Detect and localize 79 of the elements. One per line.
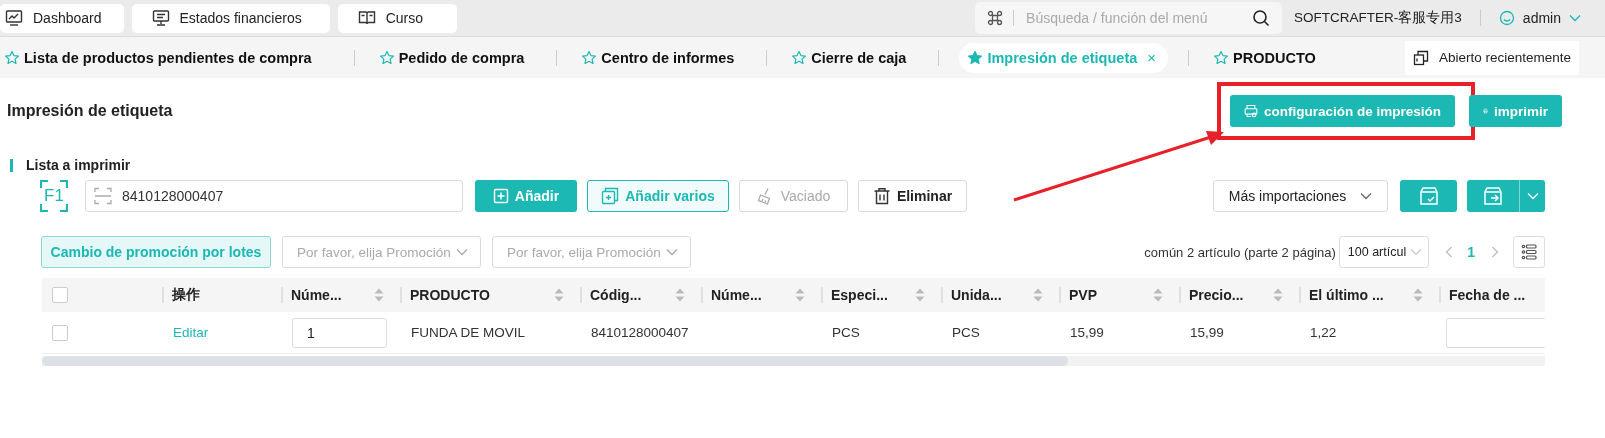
page-title: Impresión de etiqueta [6,102,173,120]
user-menu[interactable]: admin [1498,10,1581,26]
smiley-icon [1498,10,1515,26]
star-icon [967,49,984,66]
column-header: Precio... [1189,287,1244,303]
page-tab[interactable]: Lista de productos pendientes de compra [0,42,324,73]
chevron-down-icon [456,248,468,256]
nav-tab[interactable]: Curso [337,3,458,33]
chevron-down-icon [1410,248,1423,256]
windows-icon [1412,49,1429,66]
column-header: Fecha de ... [1449,287,1526,303]
table-cell: FUNDA DE MOVIL [411,325,526,340]
scrollbar-thumb[interactable] [42,356,1068,366]
search-field[interactable]: Búsqueda / función del menú [1024,9,1243,27]
barcode-icon [94,187,112,205]
plus-square-icon [492,188,509,204]
recent-button[interactable]: Abierto recientemente [1404,40,1579,75]
next-page-button[interactable] [1491,246,1499,258]
pagination-summary: común 2 artículo (parte 2 página) [1144,244,1336,260]
star-icon [581,49,598,66]
column-header: PRODUCTO [410,287,490,303]
book-icon [357,9,376,27]
table-cell: 1,22 [1310,325,1337,340]
column-header: El último ... [1309,287,1384,303]
table-cell: PCS [832,325,860,340]
stacked-plus-icon [601,187,620,205]
chevron-down-icon [1569,14,1581,22]
table-cell: PCS [952,325,980,340]
column-header: Especi... [831,287,888,303]
chevron-left-icon [1445,246,1454,258]
page-size-select[interactable]: 100 artícul [1338,236,1430,268]
page-tab[interactable]: Pedido de compra [374,42,537,73]
barcode-field-frame[interactable]: 8410128000407 [85,180,463,212]
nav-tab[interactable]: Dashboard [0,3,124,33]
monitor-icon [151,9,170,27]
star-icon [791,49,808,66]
page-tab[interactable]: Cierre de caja [787,42,919,73]
page-tab[interactable]: Centro de informes [577,42,747,73]
command-icon [987,10,1004,26]
chart-icon [5,9,23,27]
card-check-icon [1418,186,1439,206]
chevron-down-icon [1526,192,1539,200]
chevron-right-icon [1491,246,1499,258]
section-marker [10,158,13,172]
star-icon [4,49,20,66]
export-button[interactable] [1467,180,1519,212]
section-title: Lista a imprimir [26,157,131,173]
nav-tab[interactable]: Estados financieros [131,3,330,33]
star-icon [1213,49,1230,66]
previous-page-button[interactable] [1445,246,1454,258]
import-button[interactable] [1400,180,1457,212]
page-tab[interactable]: PRODUCTO [1209,42,1328,73]
list-icon [1521,244,1537,260]
checkbox[interactable] [52,324,68,341]
table-input[interactable]: 1 [292,317,387,348]
column-header: Unida... [951,287,1002,303]
column-header: Núme... [711,287,762,303]
trash-icon [872,187,891,205]
card-export-icon [1483,186,1503,206]
import-dropdown[interactable]: Más importaciones [1213,180,1388,212]
table-cell: 15,99 [1070,325,1104,340]
column-header: PVP [1069,287,1097,303]
column-header: Códig... [590,287,642,303]
action-button[interactable]: Eliminar [858,180,967,212]
column-settings-button[interactable] [1513,236,1545,268]
export-dropdown[interactable] [1519,180,1545,212]
company-name: SOFTCRAFTER-客服专用3 [1294,9,1462,27]
table-input[interactable] [1446,317,1545,348]
chevron-down-icon [1360,192,1373,200]
column-header: 操作 [172,286,200,304]
search-icon [1252,9,1271,27]
search-bar[interactable]: Búsqueda / función del menú [975,2,1283,34]
column-header: Núme... [291,287,342,303]
table-cell: 15,99 [1190,325,1224,340]
star-icon [378,49,395,66]
checkbox[interactable] [52,287,68,303]
chevron-down-icon [666,248,678,256]
table-cell: 8410128000407 [591,325,689,340]
printer-gear-icon [1244,102,1258,120]
